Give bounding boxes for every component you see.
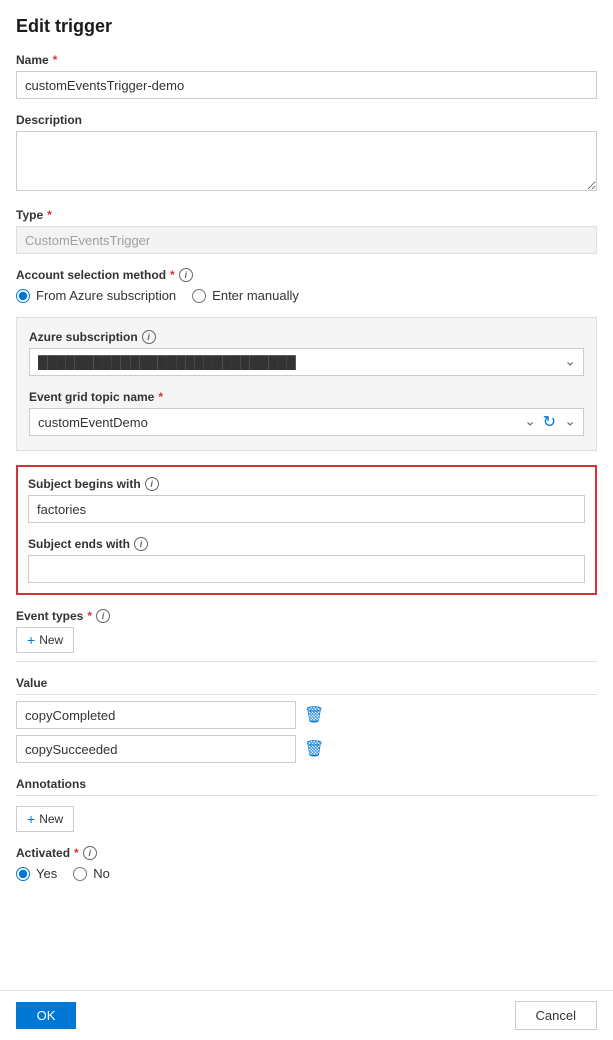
subject-ends-info-icon[interactable]: i bbox=[134, 537, 148, 551]
azure-subscription-box: Azure subscription i ███████████████████… bbox=[16, 317, 597, 451]
ok-button[interactable]: OK bbox=[16, 1002, 76, 1029]
event-types-plus-icon: + bbox=[27, 633, 35, 647]
account-info-icon[interactable]: i bbox=[179, 268, 193, 282]
subject-begins-label: Subject begins with i bbox=[28, 477, 585, 491]
subject-begins-info-icon[interactable]: i bbox=[145, 477, 159, 491]
event-grid-refresh-icon[interactable]: ↻ bbox=[543, 412, 556, 432]
value-row1-input[interactable] bbox=[16, 701, 296, 729]
delete-row1-icon[interactable]: 🗑 bbox=[304, 705, 324, 725]
account-selection-label: Account selection method * i bbox=[16, 268, 597, 282]
radio-azure[interactable] bbox=[16, 289, 30, 303]
annotations-section: Annotations + New bbox=[16, 777, 597, 832]
radio-yes[interactable] bbox=[16, 867, 30, 881]
event-types-group: Event types * i + New Value 🗑 🗑 bbox=[16, 609, 597, 763]
event-grid-select[interactable]: customEventDemo bbox=[29, 408, 584, 436]
annotations-plus-icon: + bbox=[27, 812, 35, 826]
event-types-required-star: * bbox=[87, 609, 92, 623]
activated-radio-group: Yes No bbox=[16, 866, 597, 881]
azure-sub-field-group: Azure subscription i ███████████████████… bbox=[29, 330, 584, 376]
activated-group: Activated * i Yes No bbox=[16, 846, 597, 881]
radio-yes-text: Yes bbox=[36, 866, 57, 881]
description-input[interactable] bbox=[16, 131, 597, 191]
annotations-label: Annotations bbox=[16, 777, 597, 791]
radio-no-text: No bbox=[93, 866, 110, 881]
radio-azure-text: From Azure subscription bbox=[36, 288, 176, 303]
radio-azure-label[interactable]: From Azure subscription bbox=[16, 288, 176, 303]
cancel-button[interactable]: Cancel bbox=[515, 1001, 597, 1030]
required-star: * bbox=[53, 53, 58, 67]
event-types-label: Event types * i bbox=[16, 609, 597, 623]
activated-label: Activated * i bbox=[16, 846, 597, 860]
azure-sub-select[interactable]: ████████████████████████████ bbox=[29, 348, 584, 376]
subject-ends-input[interactable] bbox=[28, 555, 585, 583]
value-row2-input[interactable] bbox=[16, 735, 296, 763]
annotations-new-button[interactable]: + New bbox=[16, 806, 74, 832]
footer: OK Cancel bbox=[0, 990, 613, 1040]
subject-section: Subject begins with i Subject ends with … bbox=[16, 465, 597, 595]
subject-ends-group: Subject ends with i bbox=[28, 537, 585, 583]
type-field-group: Type * bbox=[16, 208, 597, 254]
radio-no[interactable] bbox=[73, 867, 87, 881]
name-field-group: Name * bbox=[16, 53, 597, 99]
value-column-header: Value bbox=[16, 672, 597, 695]
name-input[interactable] bbox=[16, 71, 597, 99]
activated-required-star: * bbox=[74, 846, 79, 860]
azure-sub-select-wrapper: ████████████████████████████ bbox=[29, 348, 584, 376]
radio-manual[interactable] bbox=[192, 289, 206, 303]
event-grid-select-wrapper: customEventDemo ↻ ⌄ bbox=[29, 408, 584, 436]
azure-sub-label: Azure subscription i bbox=[29, 330, 584, 344]
description-field-group: Description bbox=[16, 113, 597, 194]
event-grid-required-star: * bbox=[158, 390, 163, 404]
annotations-new-label: New bbox=[39, 812, 63, 826]
radio-no-label[interactable]: No bbox=[73, 866, 110, 881]
event-types-new-button[interactable]: + New bbox=[16, 627, 74, 653]
type-label: Type * bbox=[16, 208, 597, 222]
event-types-info-icon[interactable]: i bbox=[96, 609, 110, 623]
table-row: 🗑 bbox=[16, 735, 597, 763]
event-grid-field-group: Event grid topic name * customEventDemo … bbox=[29, 390, 584, 436]
account-required-star: * bbox=[170, 268, 175, 282]
subject-begins-input[interactable] bbox=[28, 495, 585, 523]
name-label: Name * bbox=[16, 53, 597, 67]
account-selection-group: Account selection method * i From Azure … bbox=[16, 268, 597, 303]
type-required-star: * bbox=[47, 208, 52, 222]
account-radio-group: From Azure subscription Enter manually bbox=[16, 288, 597, 303]
radio-manual-label[interactable]: Enter manually bbox=[192, 288, 299, 303]
activated-info-icon[interactable]: i bbox=[83, 846, 97, 860]
description-label: Description bbox=[16, 113, 597, 127]
event-grid-label: Event grid topic name * bbox=[29, 390, 584, 404]
subject-ends-label: Subject ends with i bbox=[28, 537, 585, 551]
event-types-value-table: Value 🗑 🗑 bbox=[16, 661, 597, 763]
page-title: Edit trigger bbox=[16, 16, 597, 37]
radio-yes-label[interactable]: Yes bbox=[16, 866, 57, 881]
radio-manual-text: Enter manually bbox=[212, 288, 299, 303]
azure-sub-info-icon[interactable]: i bbox=[142, 330, 156, 344]
type-input bbox=[16, 226, 597, 254]
subject-begins-group: Subject begins with i bbox=[28, 477, 585, 523]
delete-row2-icon[interactable]: 🗑 bbox=[304, 739, 324, 759]
event-types-new-label: New bbox=[39, 633, 63, 647]
table-row: 🗑 bbox=[16, 701, 597, 729]
